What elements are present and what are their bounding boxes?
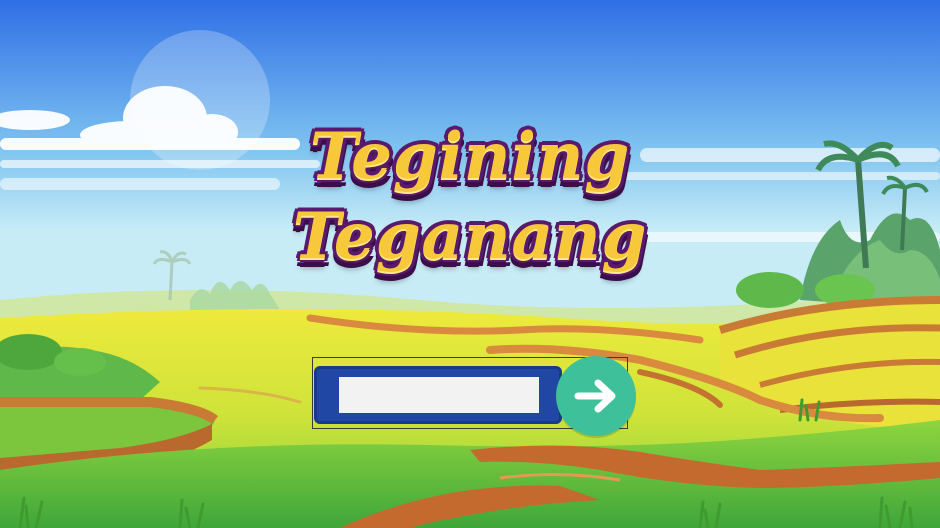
submit-button[interactable] [556, 356, 636, 436]
arrow-right-icon [574, 379, 616, 413]
background-scene [0, 0, 940, 528]
name-input[interactable] [339, 377, 539, 413]
name-input-panel [314, 366, 562, 424]
